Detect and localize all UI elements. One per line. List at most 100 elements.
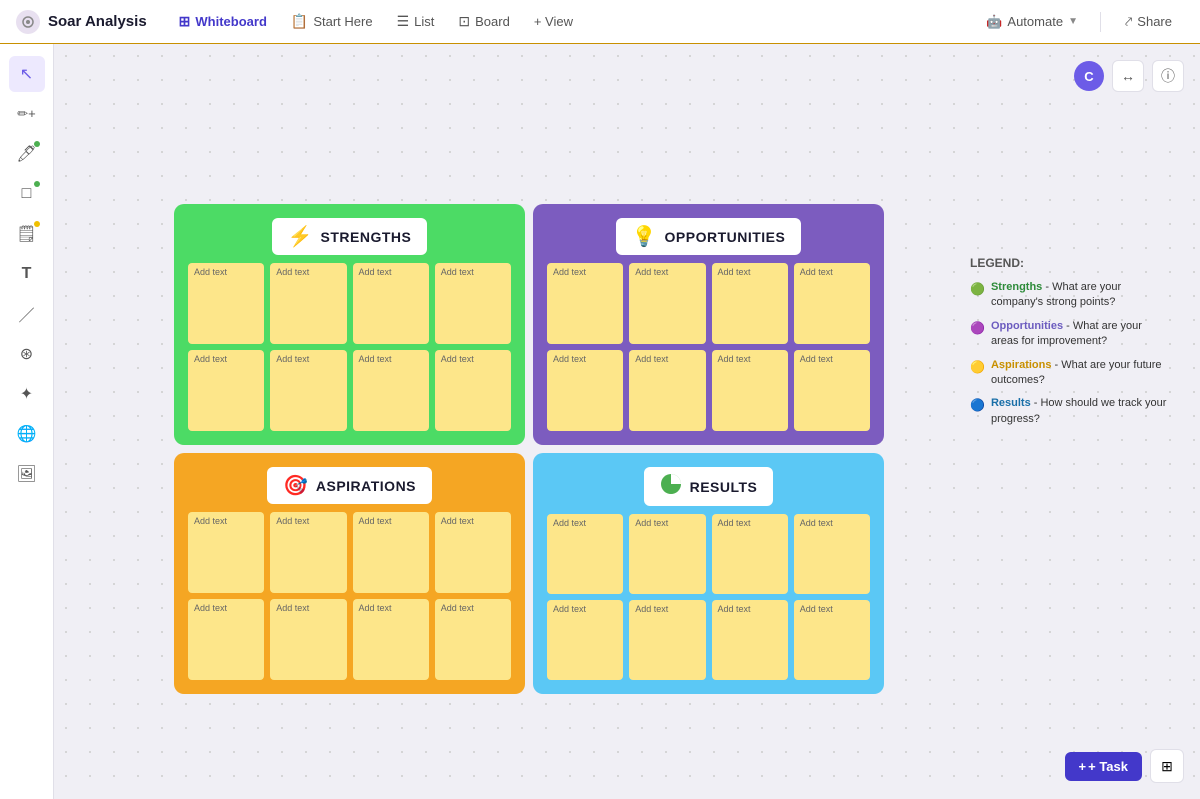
opportunities-grid: Add text Add text Add text Add text Add … bbox=[547, 263, 870, 431]
legend: LEGEND: 🟢 Strengths - What are your comp… bbox=[954, 244, 1184, 447]
results-grid: Add text Add text Add text Add text Add … bbox=[547, 514, 870, 680]
nav-item-whiteboard[interactable]: ⊞ Whiteboard bbox=[167, 7, 279, 36]
info-icon: ⓘ bbox=[1161, 66, 1175, 86]
brush-dot bbox=[34, 141, 40, 147]
sticky-note[interactable]: Add text bbox=[435, 263, 511, 344]
sticky-note[interactable]: Add text bbox=[353, 263, 429, 344]
magic-icon: ✦ bbox=[20, 384, 33, 404]
share-button[interactable]: ⤤ Share bbox=[1113, 9, 1184, 35]
tool-text[interactable]: T bbox=[9, 256, 45, 292]
sticky-note[interactable]: Add text bbox=[435, 599, 511, 680]
tool-magic[interactable]: ✦ bbox=[9, 376, 45, 412]
canvas-controls: C ↔ ⓘ bbox=[1074, 60, 1184, 92]
nav-items: ⊞ Whiteboard 📋 Start Here ☰ List ⊡ Board… bbox=[167, 7, 585, 36]
sticky-note[interactable]: Add text bbox=[794, 263, 870, 344]
top-nav: Soar Analysis ⊞ Whiteboard 📋 Start Here … bbox=[0, 0, 1200, 44]
sticky-note[interactable]: Add text bbox=[547, 514, 623, 594]
sticky-note[interactable]: Add text bbox=[353, 599, 429, 680]
shape-dot bbox=[34, 181, 40, 187]
nodes-icon: ⊛ bbox=[20, 344, 33, 364]
sticky-note[interactable]: Add text bbox=[712, 350, 788, 431]
opportunities-icon: 💡 bbox=[632, 224, 657, 249]
sticky-note[interactable]: Add text bbox=[435, 512, 511, 593]
grid-icon: ⊞ bbox=[1161, 758, 1173, 775]
sticky-note[interactable]: Add text bbox=[629, 263, 705, 344]
opportunities-legend-dot: 🟣 bbox=[970, 320, 985, 337]
sticky-note[interactable]: Add text bbox=[270, 512, 346, 593]
task-button[interactable]: + + Task bbox=[1065, 752, 1142, 781]
sticky-note[interactable]: Add text bbox=[353, 350, 429, 431]
quadrant-results: RESULTS Add text Add text Add text Add t… bbox=[533, 453, 884, 694]
quadrant-strengths: ⚡ STRENGTHS Add text Add text Add text A… bbox=[174, 204, 525, 445]
quadrant-opportunities: 💡 OPPORTUNITIES Add text Add text Add te… bbox=[533, 204, 884, 445]
sticky-note[interactable]: Add text bbox=[270, 350, 346, 431]
sticky-note[interactable]: Add text bbox=[629, 600, 705, 680]
sticky-note[interactable]: Add text bbox=[794, 350, 870, 431]
start-here-icon: 📋 bbox=[291, 13, 308, 30]
aspirations-legend-label: Aspirations bbox=[991, 359, 1055, 371]
sticky-note[interactable]: Add text bbox=[794, 600, 870, 680]
nav-divider bbox=[1100, 12, 1101, 32]
sticky-note[interactable]: Add text bbox=[629, 350, 705, 431]
sticky-note[interactable]: Add text bbox=[794, 514, 870, 594]
nav-item-view[interactable]: + View bbox=[522, 8, 585, 35]
tool-line[interactable]: ／ bbox=[9, 296, 45, 332]
sticky-note[interactable]: Add text bbox=[712, 263, 788, 344]
strengths-header: ⚡ STRENGTHS bbox=[272, 218, 428, 255]
nav-item-start-here[interactable]: 📋 Start Here bbox=[279, 7, 385, 36]
automate-icon: 🤖 bbox=[986, 14, 1002, 30]
sticky-note[interactable]: Add text bbox=[188, 350, 264, 431]
results-legend-dot: 🔵 bbox=[970, 397, 985, 414]
tool-cursor[interactable]: ↖ bbox=[9, 56, 45, 92]
tool-shape[interactable]: □ bbox=[9, 176, 45, 212]
text-icon: T bbox=[22, 265, 32, 283]
task-plus-icon: + bbox=[1079, 759, 1087, 774]
nav-item-board[interactable]: ⊡ Board bbox=[446, 7, 521, 36]
sticky-dot bbox=[34, 221, 40, 227]
strengths-grid: Add text Add text Add text Add text Add … bbox=[188, 263, 511, 431]
bottom-controls: + + Task ⊞ bbox=[1065, 749, 1184, 783]
app-title: Soar Analysis bbox=[48, 13, 147, 30]
sticky-note[interactable]: Add text bbox=[270, 599, 346, 680]
tool-globe[interactable]: 🌐 bbox=[9, 416, 45, 452]
sticky-note[interactable]: Add text bbox=[353, 512, 429, 593]
automate-button[interactable]: 🤖 Automate ▼ bbox=[976, 9, 1088, 35]
tool-pen-plus[interactable]: ✏+ bbox=[9, 96, 45, 132]
sticky-note[interactable]: Add text bbox=[712, 600, 788, 680]
sticky-note[interactable]: Add text bbox=[188, 599, 264, 680]
sticky-note[interactable]: Add text bbox=[712, 514, 788, 594]
sticky-note[interactable]: Add text bbox=[188, 263, 264, 344]
sticky-note[interactable]: Add text bbox=[629, 514, 705, 594]
sticky-note[interactable]: Add text bbox=[547, 350, 623, 431]
legend-title: LEGEND: bbox=[970, 256, 1168, 270]
whiteboard-icon: ⊞ bbox=[179, 13, 191, 30]
sticky-note[interactable]: Add text bbox=[547, 600, 623, 680]
pen-plus-icon: ✏+ bbox=[17, 106, 35, 122]
legend-item-aspirations: 🟡 Aspirations - What are your future out… bbox=[970, 358, 1168, 389]
legend-item-opportunities: 🟣 Opportunities - What are your areas fo… bbox=[970, 319, 1168, 350]
tool-sticky[interactable]: 🗒 bbox=[9, 216, 45, 252]
globe-icon: 🌐 bbox=[17, 424, 37, 444]
tool-nodes[interactable]: ⊛ bbox=[9, 336, 45, 372]
fit-icon: ↔ bbox=[1121, 68, 1135, 84]
strengths-legend-label: Strengths bbox=[991, 281, 1045, 293]
sticky-note[interactable]: Add text bbox=[435, 350, 511, 431]
grid-view-button[interactable]: ⊞ bbox=[1150, 749, 1184, 783]
automate-dropdown-icon: ▼ bbox=[1068, 16, 1078, 27]
info-button[interactable]: ⓘ bbox=[1152, 60, 1184, 92]
sticky-note[interactable]: Add text bbox=[188, 512, 264, 593]
canvas[interactable]: C ↔ ⓘ ⚡ STRENGTHS Add text Add text Add … bbox=[54, 44, 1200, 799]
legend-item-strengths: 🟢 Strengths - What are your company's st… bbox=[970, 280, 1168, 311]
aspirations-legend-dot: 🟡 bbox=[970, 359, 985, 376]
tool-image[interactable]: 🖼 bbox=[9, 456, 45, 492]
strengths-icon: ⚡ bbox=[288, 224, 313, 249]
opportunities-header: 💡 OPPORTUNITIES bbox=[616, 218, 802, 255]
sticky-note[interactable]: Add text bbox=[547, 263, 623, 344]
fit-screen-button[interactable]: ↔ bbox=[1112, 60, 1144, 92]
sticky-note[interactable]: Add text bbox=[270, 263, 346, 344]
nav-right: 🤖 Automate ▼ ⤤ Share bbox=[976, 9, 1184, 35]
tool-brush[interactable]: 🖊 bbox=[9, 136, 45, 172]
nav-item-list[interactable]: ☰ List bbox=[385, 7, 447, 36]
app-logo bbox=[16, 10, 40, 34]
board-icon: ⊡ bbox=[458, 13, 470, 30]
